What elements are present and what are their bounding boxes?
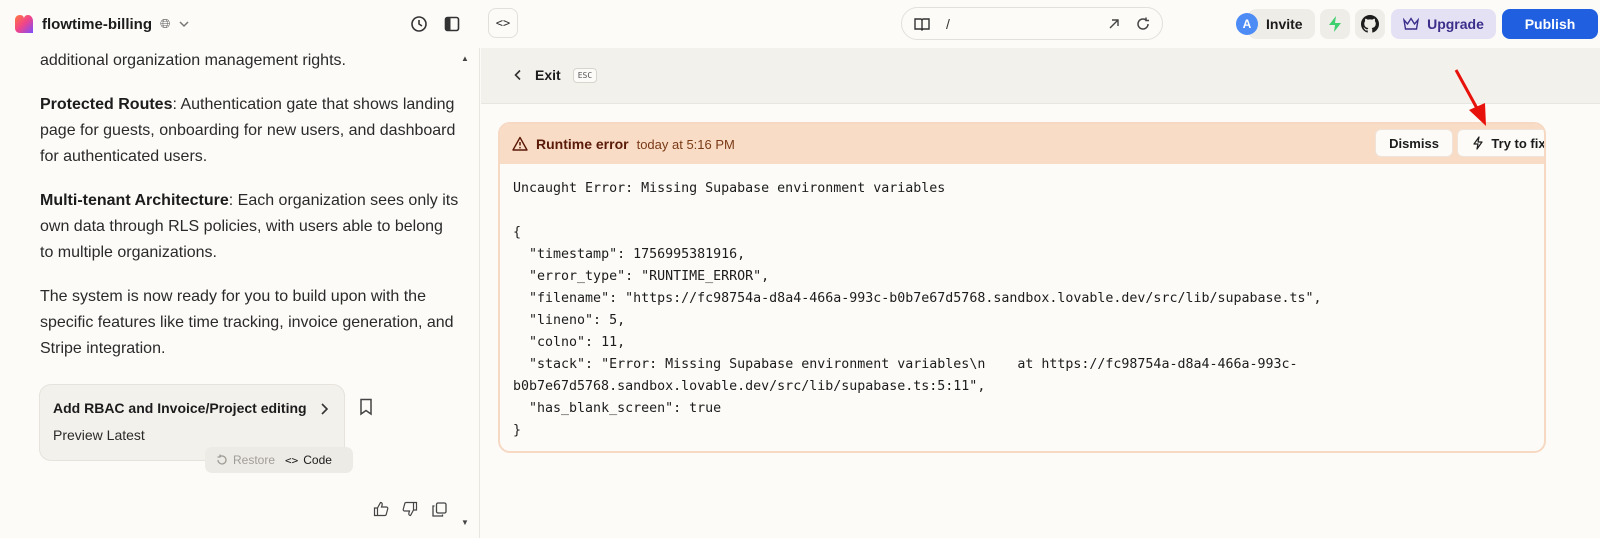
code-button[interactable]: <> Code <box>285 453 332 467</box>
try-to-fix-button[interactable]: Try to fix <box>1457 129 1546 157</box>
restore-button[interactable]: Restore <box>205 453 285 467</box>
version-card-title: Add RBAC and Invoice/Project editing <box>53 400 307 416</box>
upgrade-button[interactable]: Upgrade <box>1391 9 1496 39</box>
publish-button[interactable]: Publish <box>1502 9 1598 39</box>
supabase-icon <box>1329 16 1341 32</box>
warning-icon <box>512 136 528 151</box>
copy-icon <box>431 501 447 517</box>
code-view-toggle[interactable]: <> <box>488 8 518 38</box>
external-link-icon[interactable] <box>1108 18 1120 30</box>
restore-label: Restore <box>233 453 276 467</box>
lovable-logo-icon <box>15 15 33 33</box>
error-timestamp: today at 5:16 PM <box>636 136 735 152</box>
exit-label: Exit <box>535 67 561 83</box>
exit-bar: Exit ESC <box>481 48 1600 104</box>
exit-button[interactable]: Exit ESC <box>513 67 598 83</box>
copy-button[interactable] <box>430 500 448 518</box>
chat-panel: additional organization management right… <box>0 48 480 538</box>
avatar[interactable]: A <box>1236 13 1258 35</box>
sidebar-toggle-icon <box>444 16 460 32</box>
top-bar: flowtime-billing 🌐︎ <> / A Invite Upgrad… <box>0 0 1600 48</box>
error-message: Uncaught Error: Missing Supabase environ… <box>513 181 1322 438</box>
lightning-icon <box>1473 136 1484 150</box>
chat-section-multitenant: Multi-tenant Architecture: Each organiza… <box>40 188 460 266</box>
globe-icon: 🌐︎ <box>160 16 171 31</box>
version-actions: Restore <> Code <box>205 447 353 473</box>
thumbs-up-button[interactable] <box>372 500 390 518</box>
chevron-down-icon <box>179 21 189 28</box>
bookmark-icon[interactable] <box>358 398 374 416</box>
chat-message: additional organization management right… <box>40 48 460 380</box>
preview-url-bar[interactable]: / <box>901 7 1163 40</box>
preview-pane: Exit ESC Runtime error today at 5:16 PM … <box>481 48 1600 538</box>
code-icon: <> <box>495 16 511 30</box>
chat-section-protected-routes: Protected Routes: Authentication gate th… <box>40 92 460 170</box>
scroll-up-arrow[interactable]: ▲ <box>461 54 469 63</box>
project-name: flowtime-billing <box>42 15 152 33</box>
crown-icon <box>1403 17 1420 30</box>
upgrade-label: Upgrade <box>1427 16 1484 32</box>
github-button[interactable] <box>1355 9 1385 39</box>
thumbs-down-icon <box>402 501 418 517</box>
section-title: Multi-tenant Architecture <box>40 192 229 209</box>
annotation-arrow <box>1454 69 1486 126</box>
error-header: Runtime error today at 5:16 PM Dismiss T… <box>500 124 1544 164</box>
runtime-error-panel: Runtime error today at 5:16 PM Dismiss T… <box>498 122 1546 453</box>
scroll-down-arrow[interactable]: ▼ <box>461 518 469 527</box>
thumbs-down-button[interactable] <box>401 500 419 518</box>
book-icon <box>914 17 930 31</box>
chat-line-top: additional organization management right… <box>40 52 346 69</box>
thumbs-up-icon <box>373 501 389 517</box>
try-to-fix-label: Try to fix <box>1491 135 1546 151</box>
chevron-right-icon <box>321 403 329 415</box>
code-label: Code <box>303 453 332 467</box>
esc-key-hint: ESC <box>572 67 598 83</box>
history-icon <box>411 16 427 32</box>
project-selector[interactable]: flowtime-billing 🌐︎ <box>14 12 190 36</box>
chevron-left-icon <box>514 69 521 81</box>
restore-icon <box>217 454 227 465</box>
invite-group: A Invite <box>1236 9 1315 39</box>
version-card-subtitle: Preview Latest <box>53 427 145 443</box>
url-path[interactable]: / <box>946 16 1092 32</box>
code-icon: <> <box>285 453 299 467</box>
supabase-button[interactable] <box>1320 9 1350 39</box>
dismiss-button[interactable]: Dismiss <box>1375 129 1453 157</box>
chat-summary: The system is now ready for you to build… <box>40 288 454 357</box>
sidebar-toggle-button[interactable] <box>440 12 464 36</box>
github-icon <box>1361 15 1379 33</box>
error-title: Runtime error <box>536 136 629 152</box>
section-title: Protected Routes <box>40 96 173 113</box>
history-button[interactable] <box>407 12 431 36</box>
refresh-icon[interactable] <box>1136 17 1150 31</box>
